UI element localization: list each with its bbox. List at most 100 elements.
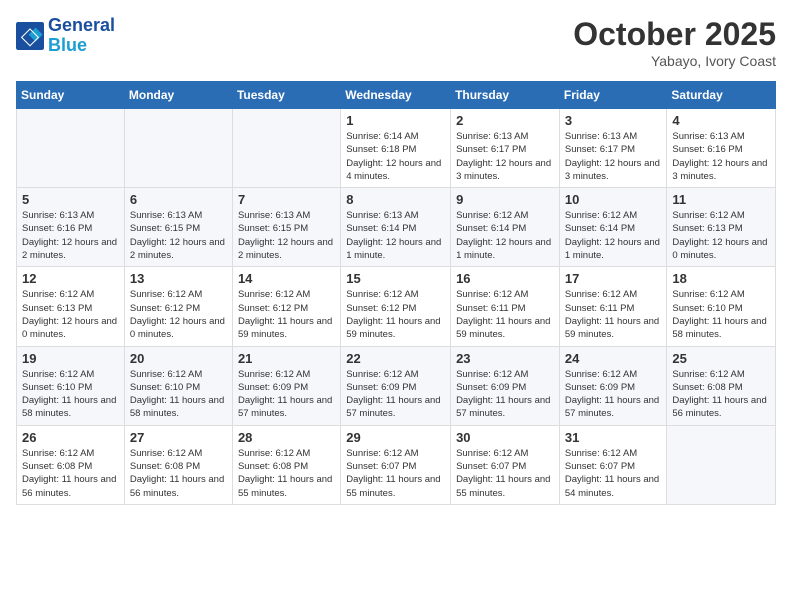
- day-number: 26: [22, 430, 119, 445]
- day-info: Sunrise: 6:12 AM Sunset: 6:11 PM Dayligh…: [456, 288, 554, 341]
- day-number: 4: [672, 113, 770, 128]
- day-cell-19: 19Sunrise: 6:12 AM Sunset: 6:10 PM Dayli…: [17, 346, 125, 425]
- day-info: Sunrise: 6:13 AM Sunset: 6:16 PM Dayligh…: [672, 130, 770, 183]
- day-info: Sunrise: 6:12 AM Sunset: 6:09 PM Dayligh…: [238, 368, 335, 421]
- day-cell-24: 24Sunrise: 6:12 AM Sunset: 6:09 PM Dayli…: [559, 346, 667, 425]
- day-info: Sunrise: 6:12 AM Sunset: 6:07 PM Dayligh…: [346, 447, 445, 500]
- day-cell-27: 27Sunrise: 6:12 AM Sunset: 6:08 PM Dayli…: [124, 425, 232, 504]
- day-info: Sunrise: 6:12 AM Sunset: 6:08 PM Dayligh…: [238, 447, 335, 500]
- day-cell-20: 20 Sunrise: 6:12 AM Sunset: 6:10 PM Dayli…: [124, 346, 232, 425]
- logo: General Blue: [16, 16, 115, 56]
- day-number: 3: [565, 113, 662, 128]
- day-info: Sunrise: 6:12 AM Sunset: 6:08 PM Dayligh…: [672, 368, 770, 421]
- day-number: 17: [565, 271, 662, 286]
- day-info: Sunrise: 6:12 AM Sunset: 6:14 PM Dayligh…: [565, 209, 662, 262]
- logo-text: General Blue: [48, 16, 115, 56]
- weekday-header-friday: Friday: [559, 82, 667, 109]
- day-cell-11: 11Sunrise: 6:12 AM Sunset: 6:13 PM Dayli…: [667, 188, 776, 267]
- day-info: Sunrise: 6:12 AM Sunset: 6:07 PM Dayligh…: [456, 447, 554, 500]
- day-info: Sunrise: 6:13 AM Sunset: 6:15 PM Dayligh…: [238, 209, 335, 262]
- week-row-3: 12 Sunrise: 6:12 AM Sunset: 6:13 PM Dayli…: [17, 267, 776, 346]
- day-cell-3: 3 Sunrise: 6:13 AM Sunset: 6:17 PM Daylig…: [559, 109, 667, 188]
- day-number: 12: [22, 271, 119, 286]
- day-cell-29: 29Sunrise: 6:12 AM Sunset: 6:07 PM Dayli…: [341, 425, 451, 504]
- day-cell-26: 26 Sunrise: 6:12 AM Sunset: 6:08 PM Dayli…: [17, 425, 125, 504]
- day-info: Sunrise: 6:12 AM Sunset: 6:10 PM Dayligh…: [130, 368, 227, 421]
- day-cell-2: 2 Sunrise: 6:13 AM Sunset: 6:17 PM Daylig…: [451, 109, 560, 188]
- day-info: Sunrise: 6:14 AM Sunset: 6:18 PM Dayligh…: [346, 130, 445, 183]
- day-number: 13: [130, 271, 227, 286]
- day-info: Sunrise: 6:13 AM Sunset: 6:15 PM Dayligh…: [130, 209, 227, 262]
- week-row-5: 26 Sunrise: 6:12 AM Sunset: 6:08 PM Dayli…: [17, 425, 776, 504]
- day-cell-22: 22 Sunrise: 6:12 AM Sunset: 6:09 PM Dayli…: [341, 346, 451, 425]
- week-row-2: 5 Sunrise: 6:13 AM Sunset: 6:16 PM Daylig…: [17, 188, 776, 267]
- day-cell-18: 18 Sunrise: 6:12 AM Sunset: 6:10 PM Dayli…: [667, 267, 776, 346]
- day-number: 31: [565, 430, 662, 445]
- day-info: Sunrise: 6:12 AM Sunset: 6:12 PM Dayligh…: [130, 288, 227, 341]
- day-info: Sunrise: 6:12 AM Sunset: 6:09 PM Dayligh…: [346, 368, 445, 421]
- day-number: 19: [22, 351, 119, 366]
- logo-icon: [16, 22, 44, 50]
- day-number: 8: [346, 192, 445, 207]
- day-number: 20: [130, 351, 227, 366]
- day-cell-14: 14Sunrise: 6:12 AM Sunset: 6:12 PM Dayli…: [232, 267, 340, 346]
- empty-cell: [667, 425, 776, 504]
- day-info: Sunrise: 6:13 AM Sunset: 6:14 PM Dayligh…: [346, 209, 445, 262]
- day-cell-7: 7Sunrise: 6:13 AM Sunset: 6:15 PM Daylig…: [232, 188, 340, 267]
- day-number: 10: [565, 192, 662, 207]
- logo-line1: General: [48, 16, 115, 36]
- day-cell-15: 15 Sunrise: 6:12 AM Sunset: 6:12 PM Dayli…: [341, 267, 451, 346]
- day-info: Sunrise: 6:12 AM Sunset: 6:14 PM Dayligh…: [456, 209, 554, 262]
- day-info: Sunrise: 6:12 AM Sunset: 6:09 PM Dayligh…: [456, 368, 554, 421]
- day-info: Sunrise: 6:12 AM Sunset: 6:11 PM Dayligh…: [565, 288, 662, 341]
- day-info: Sunrise: 6:12 AM Sunset: 6:10 PM Dayligh…: [672, 288, 770, 341]
- day-cell-16: 16 Sunrise: 6:12 AM Sunset: 6:11 PM Dayli…: [451, 267, 560, 346]
- day-info: Sunrise: 6:12 AM Sunset: 6:12 PM Dayligh…: [346, 288, 445, 341]
- day-number: 9: [456, 192, 554, 207]
- week-row-1: 1 Sunrise: 6:14 AM Sunset: 6:18 PM Daylig…: [17, 109, 776, 188]
- day-cell-10: 10 Sunrise: 6:12 AM Sunset: 6:14 PM Dayli…: [559, 188, 667, 267]
- day-number: 24: [565, 351, 662, 366]
- header: General Blue October 2025 Yabayo, Ivory …: [16, 16, 776, 69]
- day-cell-31: 31 Sunrise: 6:12 AM Sunset: 6:07 PM Dayli…: [559, 425, 667, 504]
- empty-cell: [17, 109, 125, 188]
- weekday-header-sunday: Sunday: [17, 82, 125, 109]
- page: General Blue October 2025 Yabayo, Ivory …: [0, 0, 792, 612]
- weekday-header-wednesday: Wednesday: [341, 82, 451, 109]
- day-cell-4: 4 Sunrise: 6:13 AM Sunset: 6:16 PM Daylig…: [667, 109, 776, 188]
- weekday-header-row: SundayMondayTuesdayWednesdayThursdayFrid…: [17, 82, 776, 109]
- location: Yabayo, Ivory Coast: [573, 53, 776, 69]
- title-block: October 2025 Yabayo, Ivory Coast: [573, 16, 776, 69]
- day-info: Sunrise: 6:12 AM Sunset: 6:07 PM Dayligh…: [565, 447, 662, 500]
- day-number: 21: [238, 351, 335, 366]
- day-cell-12: 12 Sunrise: 6:12 AM Sunset: 6:13 PM Dayli…: [17, 267, 125, 346]
- day-cell-28: 28 Sunrise: 6:12 AM Sunset: 6:08 PM Dayli…: [232, 425, 340, 504]
- day-info: Sunrise: 6:12 AM Sunset: 6:08 PM Dayligh…: [130, 447, 227, 500]
- empty-cell: [124, 109, 232, 188]
- day-number: 5: [22, 192, 119, 207]
- day-info: Sunrise: 6:12 AM Sunset: 6:13 PM Dayligh…: [22, 288, 119, 341]
- day-number: 1: [346, 113, 445, 128]
- day-cell-23: 23Sunrise: 6:12 AM Sunset: 6:09 PM Dayli…: [451, 346, 560, 425]
- week-row-4: 19 Sunrise: 6:12 AM Sunset: 6:10 PM Dayli…: [17, 346, 776, 425]
- day-cell-8: 8 Sunrise: 6:13 AM Sunset: 6:14 PM Daylig…: [341, 188, 451, 267]
- day-info: Sunrise: 6:12 AM Sunset: 6:08 PM Dayligh…: [22, 447, 119, 500]
- day-number: 2: [456, 113, 554, 128]
- day-number: 30: [456, 430, 554, 445]
- day-cell-21: 21 Sunrise: 6:12 AM Sunset: 6:09 PM Dayli…: [232, 346, 340, 425]
- day-info: Sunrise: 6:13 AM Sunset: 6:17 PM Dayligh…: [456, 130, 554, 183]
- day-number: 18: [672, 271, 770, 286]
- day-cell-9: 9 Sunrise: 6:12 AM Sunset: 6:14 PM Daylig…: [451, 188, 560, 267]
- day-info: Sunrise: 6:13 AM Sunset: 6:16 PM Dayligh…: [22, 209, 119, 262]
- day-number: 28: [238, 430, 335, 445]
- day-number: 25: [672, 351, 770, 366]
- day-number: 16: [456, 271, 554, 286]
- day-cell-25: 25 Sunrise: 6:12 AM Sunset: 6:08 PM Dayli…: [667, 346, 776, 425]
- day-number: 15: [346, 271, 445, 286]
- weekday-header-saturday: Saturday: [667, 82, 776, 109]
- day-info: Sunrise: 6:12 AM Sunset: 6:12 PM Dayligh…: [238, 288, 335, 341]
- day-number: 22: [346, 351, 445, 366]
- day-cell-6: 6Sunrise: 6:13 AM Sunset: 6:15 PM Daylig…: [124, 188, 232, 267]
- weekday-header-thursday: Thursday: [451, 82, 560, 109]
- day-info: Sunrise: 6:13 AM Sunset: 6:17 PM Dayligh…: [565, 130, 662, 183]
